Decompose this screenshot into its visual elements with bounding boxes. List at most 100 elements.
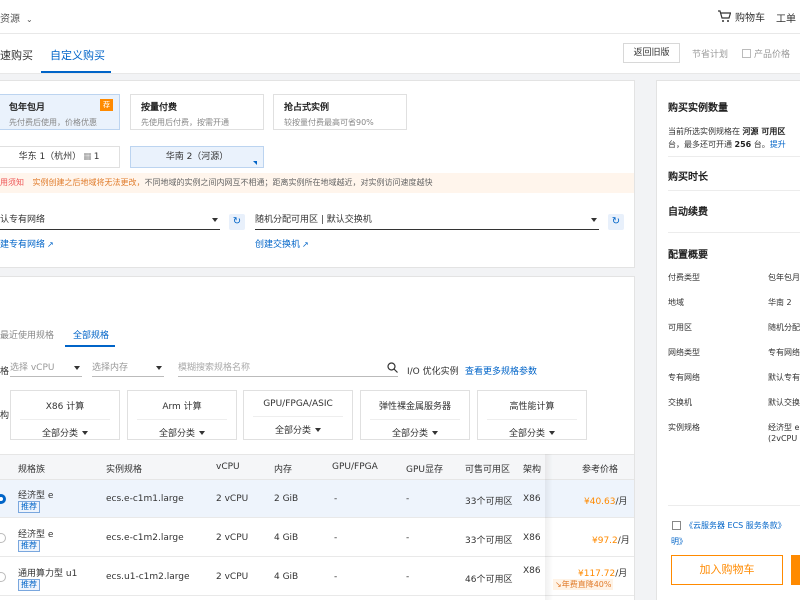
category-sub-label: 全部分类 [158,429,195,439]
category-sub[interactable]: 全部分类 [244,423,352,436]
terms-text: 《云服务器 ECS 服务条款》 [685,520,786,531]
create-switch-link[interactable]: 创建交换机 ↗ [255,237,309,250]
product-price-link[interactable]: 产品价格 [742,47,790,60]
row-family: 通用算力型 u1 [18,569,78,579]
category-title: 高性能计算 [509,402,555,412]
price-unit: /月 [615,497,628,507]
row-zones: 46个可用区 [465,575,513,585]
memory-filter-value: 选择内存 [92,363,129,373]
row-radio[interactable] [0,494,6,504]
refresh-vpc-icon[interactable]: ↻ [229,214,245,230]
create-vpc-link[interactable]: 建专有网络 ↗ [0,237,54,250]
billing-option-spot[interactable]: 抢占式实例 较按量付费最高可省90% [273,94,407,130]
row-gpu-mem: - [406,572,410,582]
category-title: 弹性裸金属服务器 [378,402,451,412]
spec-search-input[interactable]: 模糊搜索规格名称 [178,361,398,377]
saving-plan-link[interactable]: 节省计划 [692,47,728,60]
region-south-2[interactable]: 华南 2（河源） [130,146,264,168]
spec-table-header: 规格族 实例规格 vCPU 内存 GPU/FPGA GPU显存 可售可用区 架构… [0,454,634,480]
terms-checkbox[interactable] [672,521,681,530]
category-x86[interactable]: X86 计算 全部分类 [10,390,120,440]
qty-info-line1: 当前所选实例规格在 河源 可用区 [668,126,785,137]
row-memory: 4 GiB [274,572,299,582]
divider [668,505,800,506]
region-east-1-count: 1 [93,152,100,162]
cart-link[interactable]: 购物车 [717,9,765,24]
row-gpu-mem: - [406,494,410,504]
overview-value-extra: (2vCPU [768,434,798,443]
row-gpu: - [334,572,338,582]
divider [487,419,577,420]
flag-icon: ▦ [83,152,92,162]
vpc-select[interactable]: 认专有网络 [0,212,220,230]
row-memory: 2 GiB [274,494,299,504]
billing-title: 包年包月 [9,103,46,113]
billing-option-pay-as-you-go[interactable]: 按量付费 先使用后付费，按需开通 [130,94,264,130]
category-sub[interactable]: 全部分类 [128,426,236,439]
raise-quota-link[interactable]: 提升 [770,140,786,149]
create-vpc-label: 建专有网络 [0,240,46,250]
row-radio[interactable] [0,533,6,543]
overview-label: 实例规格 [668,423,700,432]
add-to-cart-button[interactable]: 加入购物车 [671,555,783,585]
ecs-terms-link[interactable]: 《云服务器 ECS 服务条款》 [685,521,786,530]
purchase-notice: 用须知 实例创建之后地域将无法更改，不同地域的实例之间内网互不相通；距离实例所在… [0,173,634,193]
category-sub-label: 全部分类 [41,429,78,439]
tab-recent-specs[interactable]: 最近使用规格 [0,328,54,341]
divider [370,419,460,420]
chevron-down-icon: ⌄ [26,15,33,24]
row-vcpu: 2 vCPU [216,533,249,543]
overview-label: 交换机 [668,398,692,407]
search-icon[interactable] [387,362,398,373]
resource-menu[interactable]: 资源 ⌄ [0,10,33,25]
sticky-column-shadow [545,454,553,600]
more-spec-params-link[interactable]: 查看更多规格参数 [465,364,537,377]
caret-down-icon [315,428,321,432]
category-sub[interactable]: 全部分类 [361,426,469,439]
back-old-version-button[interactable]: 返回旧版 [623,43,680,63]
category-sub[interactable]: 全部分类 [11,426,119,439]
category-sub[interactable]: 全部分类 [478,426,586,439]
region-east-1-label: 华东 1（杭州） [18,152,82,162]
category-gpu[interactable]: GPU/FPGA/ASIC 全部分类 [243,390,353,440]
category-arm[interactable]: Arm 计算 全部分类 [127,390,237,440]
row-arch: X86 [523,533,541,543]
region-east-1[interactable]: 华东 1（杭州） ▦ 1 [0,146,120,168]
overview-label: 专有网络 [668,373,700,382]
tab-quick-buy[interactable]: 速购买 [0,47,33,63]
category-title: Arm 计算 [162,402,202,412]
vcpu-filter-value: 选择 vCPU [10,363,55,373]
billing-subtitle: 先使用后付费，按需开通 [141,118,229,127]
recommend-tag: 推荐 [18,540,40,552]
th-zones: 可售可用区 [465,465,511,475]
category-hpc[interactable]: 高性能计算 全部分类 [477,390,587,440]
billing-option-subscription[interactable]: 包年包月 先付费后使用，价格优惠 荐 [0,94,120,130]
table-row[interactable]: 经济型 e 推荐 ecs.e-c1m2.large 2 vCPU 4 GiB -… [0,519,634,557]
billing-subtitle: 先付费后使用，价格优惠 [9,118,97,127]
buy-now-button[interactable] [791,555,800,585]
io-optimized-label[interactable]: I/O 优化实例 [407,364,459,377]
table-row[interactable]: 经济型 e 推荐 ecs.e-c1m1.large 2 vCPU 2 GiB -… [0,480,634,518]
zone-switch-select[interactable]: 随机分配可用区 | 默认交换机 [255,212,599,230]
discount-label: 年费直降40% [561,580,612,589]
tab-custom-buy[interactable]: 自定义购买 [50,47,105,63]
th-family: 规格族 [18,465,46,475]
terms-link-2[interactable]: 明》 [671,536,687,547]
row-gpu-mem: - [406,533,410,543]
row-price: ¥117.72/月 [578,566,627,579]
row-gpu: - [334,494,338,504]
category-bare-metal[interactable]: 弹性裸金属服务器 全部分类 [360,390,470,440]
work-order-link[interactable]: 工单 [776,10,796,25]
overview-label: 可用区 [668,323,692,332]
notice-label: 用须知 [0,178,24,187]
external-link-icon: ↗ [47,240,54,249]
row-radio[interactable] [0,572,6,582]
table-row[interactable]: 通用算力型 u1 推荐 ecs.u1-c1m2.large 2 vCPU 4 G… [0,558,634,596]
discount-arrow-icon: ↘ [555,580,562,589]
tab-all-specs[interactable]: 全部规格 [73,328,109,341]
overview-value: 华南 2 [768,298,792,307]
vcpu-filter[interactable]: 选择 vCPU [10,361,82,377]
memory-filter[interactable]: 选择内存 [92,361,164,377]
row-vcpu: 2 vCPU [216,572,249,582]
refresh-switch-icon[interactable]: ↻ [608,214,624,230]
